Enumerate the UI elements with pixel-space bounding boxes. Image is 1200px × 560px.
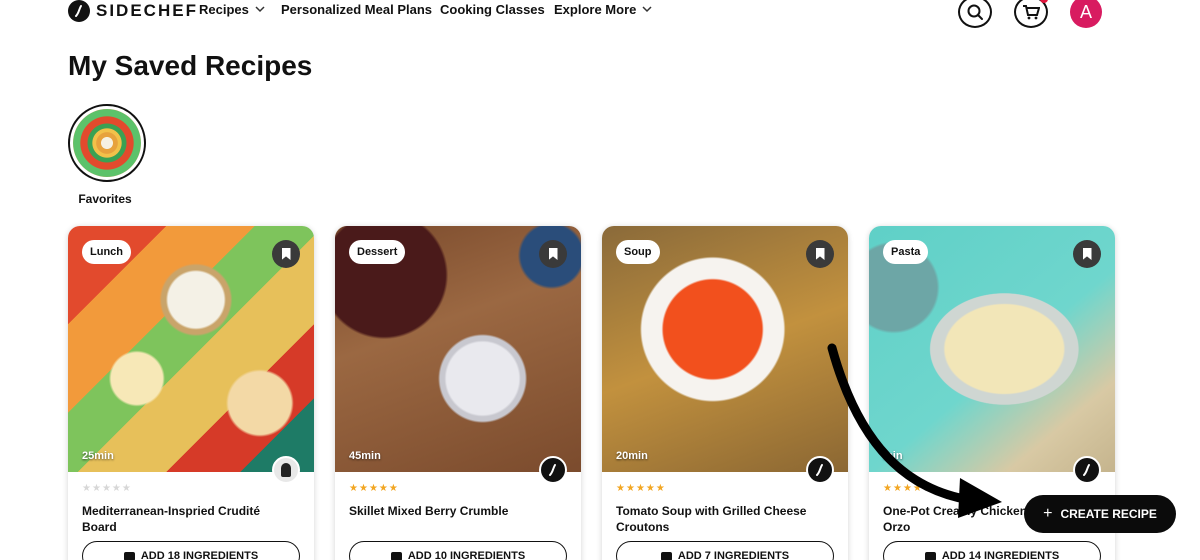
category-tag[interactable]: Pasta [883,240,929,264]
create-recipe-button[interactable]: + CREATE RECIPE [1024,495,1176,533]
star-icon: ★ [82,483,91,494]
add-ingredients-label: ADD 10 INGREDIENTS [407,550,526,560]
cook-time: 45min [349,450,381,462]
recipe-image[interactable]: Soup 20min [602,226,848,484]
cart-badge [1040,0,1048,3]
recipe-card[interactable]: Soup 20min ★ ★ ★ ★ ★ Tomato Soup with Grille… [602,226,848,560]
nav-item-cooking-classes[interactable]: Cooking Classes [440,2,545,17]
star-icon: ★ [645,483,655,494]
bookmark-icon [281,248,291,260]
search-icon [967,4,983,20]
add-ingredients-label: ADD 14 INGREDIENTS [941,550,1060,560]
recipe-image[interactable]: Dessert 45min [335,226,581,484]
star-icon: ★ [101,483,111,494]
nav-item-meal-plans[interactable]: Personalized Meal Plans [281,2,432,17]
author-avatar[interactable] [272,456,300,484]
cook-time: 25min [82,450,114,462]
star-icon: ★ [625,483,635,494]
category-tag[interactable]: Lunch [82,240,131,264]
bookmark-button[interactable] [272,240,300,268]
star-icon: ★ [111,483,121,494]
nav-item-label: Cooking Classes [440,2,545,17]
collection-image [73,109,141,177]
add-ingredients-button[interactable]: ADD 14 INGREDIENTS [883,541,1101,560]
star-icon: ★ [655,483,665,494]
create-recipe-label: CREATE RECIPE [1060,507,1157,521]
star-rating: ★ ★ ★ ★ ★ [616,484,665,494]
collection-favorites[interactable]: Favorites [68,104,146,206]
add-ingredients-button[interactable]: ADD 18 INGREDIENTS [82,541,300,560]
user-avatar[interactable]: A [1070,0,1102,28]
sidechef-logo-icon [816,464,823,476]
recipe-card[interactable]: Dessert 45min ★ ★ ★ ★ ★ Skillet Mixed Berry … [335,226,581,560]
category-tag[interactable]: Dessert [349,240,406,264]
nav-item-label: Personalized Meal Plans [281,2,433,17]
star-icon: ★ [892,483,902,494]
person-icon [281,463,291,477]
author-avatar[interactable] [806,456,834,484]
chevron-down-icon [255,6,265,13]
cook-time: min [883,450,903,462]
nav-item-explore-more[interactable]: Explore More [554,2,652,17]
star-rating: ★ ★ ★ ★ ★ [82,484,131,494]
star-icon: ★ [883,483,892,494]
cart-icon [390,551,402,560]
bookmark-button[interactable] [806,240,834,268]
sidechef-logo-icon [549,464,556,476]
star-icon: ★ [912,483,922,494]
add-ingredients-label: ADD 7 INGREDIENTS [677,550,790,560]
star-rating: ★ ★ ★ ★ ★ [349,484,398,494]
cook-time: 20min [616,450,648,462]
sidechef-logo-icon [68,0,90,22]
bookmark-icon [1082,248,1092,260]
logo-text: SIDECHEF [96,1,198,20]
star-icon: ★ [922,483,932,494]
recipe-image[interactable]: Pasta min [869,226,1115,484]
star-icon: ★ [368,483,378,494]
star-icon: ★ [378,483,388,494]
recipe-title[interactable]: Skillet Mixed Berry Crumble [349,503,559,519]
bookmark-icon [815,248,825,260]
star-icon: ★ [635,483,645,494]
category-tag[interactable]: Soup [616,240,660,264]
recipe-title[interactable]: Mediterranean-Inspried Crudité Board [82,503,292,535]
nav-item-label: Recipes [199,2,249,17]
nav-item-recipes[interactable]: Recipes [199,2,265,17]
cart-icon [1023,5,1040,20]
add-ingredients-label: ADD 18 INGREDIENTS [140,550,259,560]
chevron-down-icon [642,6,652,13]
nav-item-label: Explore More [554,2,637,17]
bookmark-icon [548,248,558,260]
star-icon: ★ [616,483,625,494]
recipe-image[interactable]: Lunch 25min [68,226,314,484]
star-icon: ★ [91,483,101,494]
recipe-card[interactable]: Lunch 25min ★ ★ ★ ★ ★ Mediterranean-Inspried… [68,226,314,560]
add-ingredients-button[interactable]: ADD 7 INGREDIENTS [616,541,834,560]
star-icon: ★ [902,483,912,494]
bookmark-button[interactable] [539,240,567,268]
star-icon: ★ [358,483,368,494]
star-icon: ★ [121,483,131,494]
cart-icon [123,551,135,560]
collection-thumbnail [68,104,146,182]
star-icon: ★ [349,483,358,494]
author-avatar[interactable] [1073,456,1101,484]
star-rating: ★ ★ ★ ★ ★ [883,484,932,494]
cart-icon [924,551,936,560]
add-ingredients-button[interactable]: ADD 10 INGREDIENTS [349,541,567,560]
cart-button[interactable] [1014,0,1048,28]
star-icon: ★ [388,483,398,494]
plus-icon: + [1043,505,1053,522]
search-button[interactable] [958,0,992,28]
recipe-title[interactable]: Tomato Soup with Grilled Cheese Croutons [616,503,826,535]
top-nav: SIDECHEF Recipes Personalized Meal Plans… [0,0,1200,28]
sidechef-logo[interactable]: SIDECHEF [68,0,198,22]
author-avatar[interactable] [539,456,567,484]
sidechef-logo-icon [1083,464,1090,476]
collection-label: Favorites [78,192,132,206]
bookmark-button[interactable] [1073,240,1101,268]
cart-icon [660,551,672,560]
page-title: My Saved Recipes [68,50,313,81]
